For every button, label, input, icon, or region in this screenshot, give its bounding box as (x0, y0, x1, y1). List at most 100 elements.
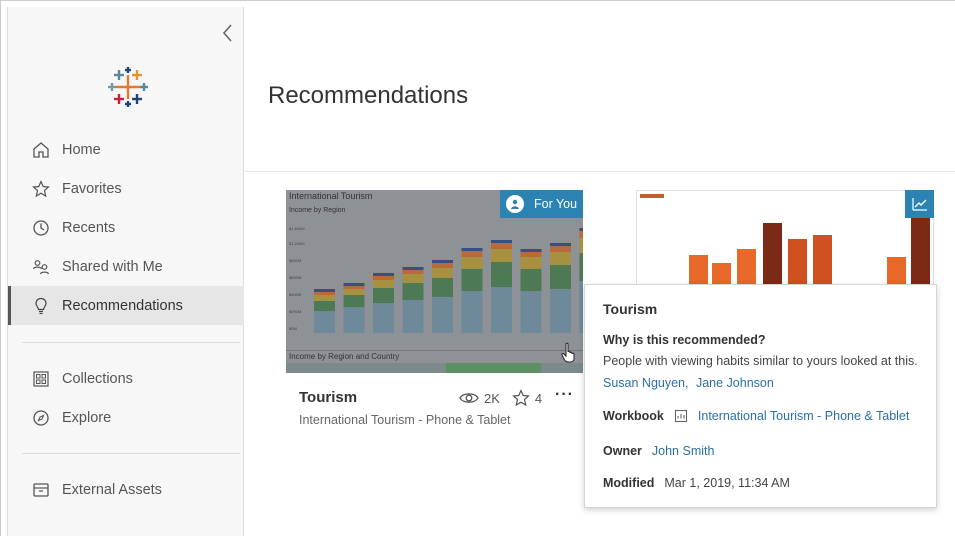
thumb-bar-segment (314, 289, 335, 292)
sidebar-item-home[interactable]: Home (8, 130, 244, 169)
thumb-bar-segment (579, 228, 583, 231)
card-subtitle: International Tourism - Phone & Tablet (299, 413, 511, 427)
thumb-bar-segment (491, 287, 512, 333)
card-title[interactable]: Tourism (299, 389, 357, 406)
thumb-bar-segment (314, 295, 335, 301)
thumb-bar-segment (520, 249, 542, 252)
svg-text:$0M: $0M (289, 326, 297, 331)
svg-text:$1,200M: $1,200M (289, 241, 305, 246)
popover-workbook-row: Workbook International Tourism - Phone &… (603, 409, 909, 423)
svg-text:$200M: $200M (289, 309, 301, 314)
owner-link[interactable]: John Smith (652, 444, 715, 458)
popover-description: People with viewing habits similar to yo… (603, 354, 918, 368)
thumb-bar-segment (461, 257, 483, 269)
card-stats: 2K 4 (459, 389, 542, 407)
thumb2-bar (911, 210, 930, 285)
sidebar-item-label: External Assets (62, 481, 162, 498)
sidebar-item-label: Favorites (62, 180, 122, 197)
eye-icon (459, 391, 479, 405)
thumb-bar-segment (373, 303, 394, 333)
thumb-bar-segment (432, 297, 453, 333)
thumb-bar-segment (373, 288, 394, 303)
popover-owner-row: Owner John Smith (603, 444, 714, 458)
thumb-bar-segment (314, 301, 335, 311)
thumb-bar-segment (550, 252, 571, 265)
thumb2-bar (763, 223, 782, 285)
sidebar-item-label: Explore (62, 409, 112, 426)
thumb-bar-segment (550, 265, 571, 289)
thumb2-bar (689, 255, 708, 285)
workbook-link[interactable]: International Tourism - Phone & Tablet (698, 409, 909, 423)
thumb2-bar (737, 249, 756, 285)
star-icon (31, 179, 51, 199)
recommendation-popover: Tourism Why is this recommended? People … (584, 284, 937, 508)
more-actions-button[interactable]: ··· (555, 386, 574, 404)
thumb-bar-segment (520, 291, 542, 333)
card2-thumbnail[interactable] (636, 190, 934, 290)
sidebar: Home Favorites Recents Shared with Me Re… (7, 7, 244, 536)
trend-badge (905, 190, 934, 218)
favorite-star-icon[interactable] (511, 389, 530, 407)
sidebar-item-external-assets[interactable]: External Assets (8, 470, 244, 509)
thumb-bar-segment (343, 289, 365, 295)
for-you-badge: For You (500, 190, 583, 218)
owner-label: Owner (603, 444, 642, 458)
sidebar-item-favorites[interactable]: Favorites (8, 169, 244, 208)
svg-text:$800M: $800M (289, 258, 301, 263)
clock-icon (31, 218, 51, 238)
thumb2-bar (887, 257, 906, 285)
collapse-sidebar-button[interactable] (221, 23, 237, 43)
modified-label: Modified (603, 476, 655, 490)
sidebar-item-collections[interactable]: Collections (8, 359, 244, 398)
sidebar-item-label: Recents (62, 219, 116, 236)
user-link[interactable]: Jane Johnson (696, 376, 774, 390)
thumb-footer: Income by Region and Country (289, 352, 399, 361)
popover-users: Susan Nguyen, Jane Johnson (603, 376, 774, 390)
svg-text:$400M: $400M (289, 292, 301, 297)
thumb-bar-segment (579, 253, 583, 281)
lightbulb-icon (31, 296, 51, 316)
thumb-bar-segment (432, 268, 453, 278)
modified-value: Mar 1, 2019, 11:34 AM (664, 476, 790, 490)
svg-text:$600M: $600M (289, 275, 301, 280)
tableau-logo[interactable] (108, 67, 148, 107)
collections-icon (31, 369, 51, 389)
thumb-bar-segment (550, 289, 571, 333)
thumb-bar-segment (343, 307, 365, 333)
favorites-count: 4 (534, 390, 543, 406)
thumb-bar-segment (402, 300, 424, 333)
thumb-bar-segment (579, 238, 583, 253)
sidebar-item-explore[interactable]: Explore (8, 398, 244, 437)
thumb-bar-segment (520, 269, 542, 291)
sidebar-item-label: Shared with Me (62, 258, 163, 275)
thumb-bar-segment (432, 278, 453, 297)
thumb-bar-segment (432, 260, 453, 263)
thumb2-bar (788, 239, 807, 285)
thumb2-bar (813, 235, 832, 285)
archive-box-icon (31, 480, 51, 500)
sidebar-item-label: Home (62, 141, 101, 158)
user-link[interactable]: Susan Nguyen, (603, 376, 688, 390)
sidebar-item-label: Recommendations (62, 297, 183, 314)
thumb-bar-segment (373, 280, 394, 288)
thumb-bar-segment (550, 246, 571, 252)
thumb-bar-segment (520, 252, 542, 257)
svg-text:$1,600M: $1,600M (289, 226, 305, 231)
thumb-bar-segment (550, 243, 571, 246)
sidebar-item-recents[interactable]: Recents (8, 208, 244, 247)
thumb-bar-segment (402, 274, 424, 283)
thumb-bar-segment (373, 276, 394, 280)
thumb-bar-segment (432, 263, 453, 268)
thumb-bar-segment (314, 311, 335, 333)
workbook-label: Workbook (603, 409, 664, 423)
sidebar-item-recommendations[interactable]: Recommendations (8, 286, 244, 325)
sidebar-item-shared-with-me[interactable]: Shared with Me (8, 247, 244, 286)
chevron-left-icon (222, 24, 232, 42)
thumb-bar-segment (491, 243, 512, 249)
thumb-bar-segment (402, 267, 424, 270)
compass-icon (31, 408, 51, 428)
popover-why-heading: Why is this recommended? (603, 333, 766, 347)
thumb-bar-segment (343, 286, 365, 289)
sidebar-divider (22, 342, 240, 343)
page-title: Recommendations (268, 82, 469, 109)
